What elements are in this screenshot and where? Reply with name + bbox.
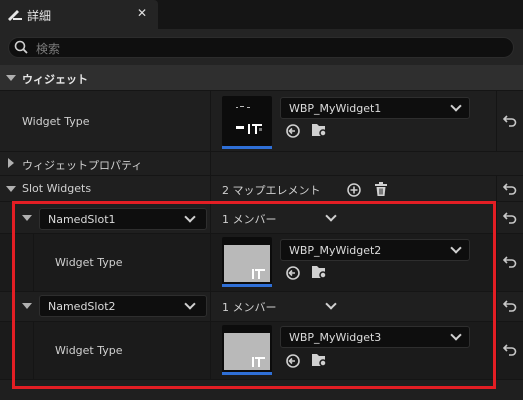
close-icon[interactable]: ✕ [137,6,147,20]
reset-icon[interactable] [503,344,517,356]
map-element-count: 2 マップエレメント [222,184,321,197]
pencil-note-icon [8,10,22,21]
expand-arrow-icon[interactable] [6,186,16,192]
widget-type-label: Widget Type [55,256,123,269]
use-selected-icon[interactable] [286,266,300,280]
widget-preview-icon [236,106,262,134]
asset-dropdown-1[interactable]: WBP_MyWidget1 [280,97,470,119]
expand-arrow-icon[interactable] [22,215,32,221]
reset-icon[interactable] [503,256,517,268]
expand-arrow-icon[interactable] [6,75,16,81]
panel-footer [0,380,523,400]
chevron-down-icon [450,100,462,112]
member-count: 1 メンバー [222,301,277,314]
chevron-down-icon [184,211,196,223]
reset-icon[interactable] [503,212,517,224]
widget-preview-icon [252,269,265,279]
chevron-down-icon [450,329,462,341]
expand-arrow-icon[interactable] [22,303,32,309]
widget-thumbnail[interactable] [222,237,272,287]
search-input[interactable] [8,37,514,58]
reset-icon[interactable] [503,115,517,127]
chevron-down-icon [450,242,462,254]
search-icon [14,40,28,54]
reset-icon[interactable] [503,183,517,195]
widget-type-label: Widget Type [55,344,123,357]
properties-label: ウィジェットプロパティ [22,159,143,172]
use-selected-icon[interactable] [286,354,300,368]
tab-details[interactable] [0,0,158,29]
chevron-down-icon [184,298,196,310]
expand-arrow-icon[interactable] [8,158,14,168]
delete-icon[interactable] [374,182,388,197]
widget-thumbnail[interactable] [222,96,272,149]
browse-folder-icon[interactable] [311,122,329,138]
widget-thumbnail[interactable] [222,325,272,375]
browse-folder-icon[interactable] [311,352,329,368]
slot-widgets-label: Slot Widgets [22,182,92,195]
reset-icon[interactable] [503,300,517,312]
slot-name-dropdown[interactable]: NamedSlot1 [39,208,207,230]
browse-folder-icon[interactable] [311,264,329,280]
slot-name-dropdown[interactable]: NamedSlot2 [39,295,207,317]
search-placeholder: 検索 [36,42,61,56]
widget-type-label: Widget Type [22,115,90,128]
asset-dropdown-3[interactable]: WBP_MyWidget3 [280,326,470,348]
tab-title: 詳細 [27,9,52,23]
use-selected-icon[interactable] [286,124,300,138]
section-title: ウィジェット [22,73,88,86]
member-count: 1 メンバー [222,213,277,226]
widget-preview-icon [252,357,265,367]
add-icon[interactable] [347,183,361,197]
asset-dropdown-2[interactable]: WBP_MyWidget2 [280,239,470,261]
